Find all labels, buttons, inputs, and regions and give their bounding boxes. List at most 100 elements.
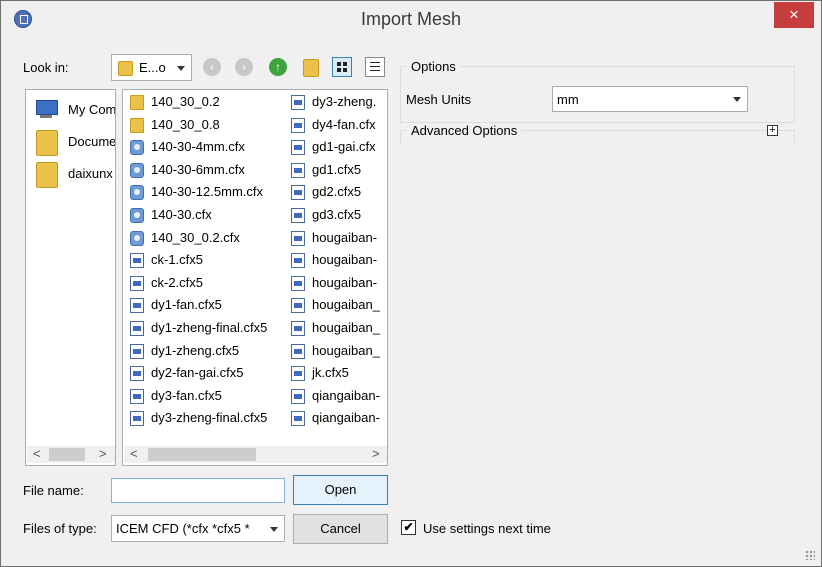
cfx5-file-icon bbox=[130, 321, 144, 336]
file-list-panel[interactable]: 140_30_0.2 140_30_0.8 140-30-4mm.cfx 140-30… bbox=[122, 89, 388, 466]
cfx5-file-icon bbox=[291, 117, 305, 133]
file-name: 140-30.cfx bbox=[151, 207, 212, 222]
place-label: My Com bbox=[68, 102, 116, 117]
chevron-down-icon bbox=[733, 97, 741, 102]
file-name: hougaiban- bbox=[312, 274, 378, 290]
cfx5-file-icon bbox=[291, 253, 305, 269]
file-name: dy3-zheng-final.cfx5 bbox=[151, 410, 268, 426]
file-name: hougaiban_ bbox=[312, 320, 380, 335]
folder-icon bbox=[130, 95, 144, 110]
file-name: 140-30-12.5mm.cfx bbox=[151, 184, 263, 200]
cfx5-file-icon bbox=[130, 366, 144, 382]
scroll-left-icon[interactable]: < bbox=[130, 446, 138, 461]
file-name: 140_30_0.2 bbox=[151, 94, 220, 109]
places-scrollbar[interactable]: < > bbox=[27, 446, 115, 463]
cfx5-file-icon bbox=[291, 366, 305, 382]
file-name: 140-30-4mm.cfx bbox=[151, 139, 245, 155]
cfx-file-icon bbox=[130, 230, 144, 246]
file-name: dy1-zheng-final.cfx5 bbox=[151, 320, 268, 335]
import-mesh-dialog: Import Mesh × Look in: E...o ‹ › ↑ My Co… bbox=[0, 0, 822, 567]
folder-icon bbox=[118, 61, 133, 76]
detail-view-icon[interactable] bbox=[365, 57, 385, 77]
folder-icon bbox=[130, 117, 144, 133]
files-of-type-value: ICEM CFD (*cfx *cfx5 * bbox=[116, 521, 250, 536]
cfx5-file-icon bbox=[291, 388, 305, 404]
cfx5-file-icon bbox=[291, 162, 305, 178]
look-in-combo[interactable]: E...o bbox=[111, 54, 192, 81]
file-name: dy1-zheng.cfx5 bbox=[151, 342, 240, 358]
file-name-input[interactable] bbox=[111, 478, 285, 503]
file-name: dy1-fan.cfx5 bbox=[151, 297, 222, 313]
cfx5-file-icon bbox=[291, 208, 305, 223]
title-bar[interactable]: Import Mesh × bbox=[1, 1, 821, 37]
expand-icon[interactable]: + bbox=[767, 125, 778, 136]
resize-grip-icon[interactable] bbox=[805, 550, 815, 560]
places-panel[interactable]: My Com Docume daixunx < > bbox=[25, 89, 116, 466]
advanced-options-label: Advanced Options bbox=[407, 123, 522, 138]
cfx5-file-icon bbox=[130, 275, 144, 291]
file-name: hougaiban- bbox=[312, 252, 378, 268]
scroll-thumb[interactable] bbox=[49, 448, 85, 461]
options-title: Options bbox=[407, 59, 460, 74]
file-name: hougaiban_ bbox=[312, 342, 380, 358]
files-scrollbar[interactable]: < > bbox=[124, 446, 387, 463]
back-icon[interactable]: ‹ bbox=[203, 58, 221, 76]
cfx-file-icon bbox=[130, 208, 144, 223]
mesh-units-value: mm bbox=[557, 92, 579, 107]
scroll-right-icon[interactable]: > bbox=[372, 446, 380, 461]
cfx5-file-icon bbox=[291, 185, 305, 201]
file-name: dy3-zheng. bbox=[312, 94, 377, 109]
scroll-left-icon[interactable]: < bbox=[33, 446, 41, 461]
file-name: ck-1.cfx5 bbox=[151, 252, 204, 268]
place-label: Docume bbox=[68, 134, 116, 149]
open-button[interactable]: Open bbox=[293, 475, 388, 505]
cfx5-file-icon bbox=[291, 321, 305, 336]
cfx5-file-icon bbox=[291, 230, 305, 246]
file-name: hougaiban- bbox=[312, 229, 378, 245]
cfx5-file-icon bbox=[291, 411, 305, 427]
chevron-down-icon bbox=[270, 526, 278, 532]
file-name: hougaiban_ bbox=[312, 297, 380, 313]
file-name: 140_30_0.2.cfx bbox=[151, 229, 240, 245]
file-name: gd1-gai.cfx bbox=[312, 139, 376, 155]
file-name: dy3-fan.cfx5 bbox=[151, 387, 222, 403]
files-of-type-label: Files of type: bbox=[23, 521, 97, 536]
file-name: jk.cfx5 bbox=[312, 365, 349, 381]
mesh-units-combo[interactable]: mm bbox=[552, 86, 748, 112]
cfx5-file-icon bbox=[130, 411, 144, 427]
file-name: dy2-fan-gai.cfx5 bbox=[151, 365, 244, 381]
list-view-icon[interactable] bbox=[332, 57, 352, 77]
file-name: 140_30_0.8 bbox=[151, 116, 220, 132]
file-name: ck-2.cfx5 bbox=[151, 274, 204, 290]
file-name: gd3.cfx5 bbox=[312, 207, 362, 222]
scroll-thumb[interactable] bbox=[148, 448, 256, 461]
file-name: qiangaiban- bbox=[312, 410, 380, 426]
file-name-label: File name: bbox=[23, 483, 84, 498]
cfx5-file-icon bbox=[130, 298, 144, 314]
file-name: gd1.cfx5 bbox=[312, 161, 362, 177]
cfx5-file-icon bbox=[291, 275, 305, 291]
file-name: gd2.cfx5 bbox=[312, 184, 362, 200]
place-label: daixunx bbox=[68, 166, 113, 181]
cfx-file-icon bbox=[130, 185, 144, 201]
cfx5-file-icon bbox=[291, 140, 305, 156]
cfx-file-icon bbox=[130, 140, 144, 156]
file-name: dy4-fan.cfx bbox=[312, 116, 376, 132]
cfx-file-icon bbox=[130, 162, 144, 178]
cfx5-file-icon bbox=[291, 95, 305, 110]
files-of-type-combo[interactable]: ICEM CFD (*cfx *cfx5 * bbox=[111, 515, 285, 542]
new-folder-icon[interactable] bbox=[303, 59, 319, 77]
cfx5-file-icon bbox=[130, 253, 144, 269]
use-settings-checkbox[interactable]: ✔ bbox=[401, 520, 416, 535]
cfx5-file-icon bbox=[291, 298, 305, 314]
close-button[interactable]: × bbox=[774, 2, 814, 28]
file-name: qiangaiban- bbox=[312, 387, 380, 403]
cancel-button[interactable]: Cancel bbox=[293, 514, 388, 544]
scroll-right-icon[interactable]: > bbox=[99, 446, 107, 461]
file-name: 140-30-6mm.cfx bbox=[151, 161, 245, 177]
computer-icon bbox=[32, 98, 60, 118]
cfx5-file-icon bbox=[291, 343, 305, 359]
forward-icon[interactable]: › bbox=[235, 58, 253, 76]
window-title: Import Mesh bbox=[360, 9, 462, 29]
parent-folder-icon[interactable]: ↑ bbox=[269, 58, 287, 76]
